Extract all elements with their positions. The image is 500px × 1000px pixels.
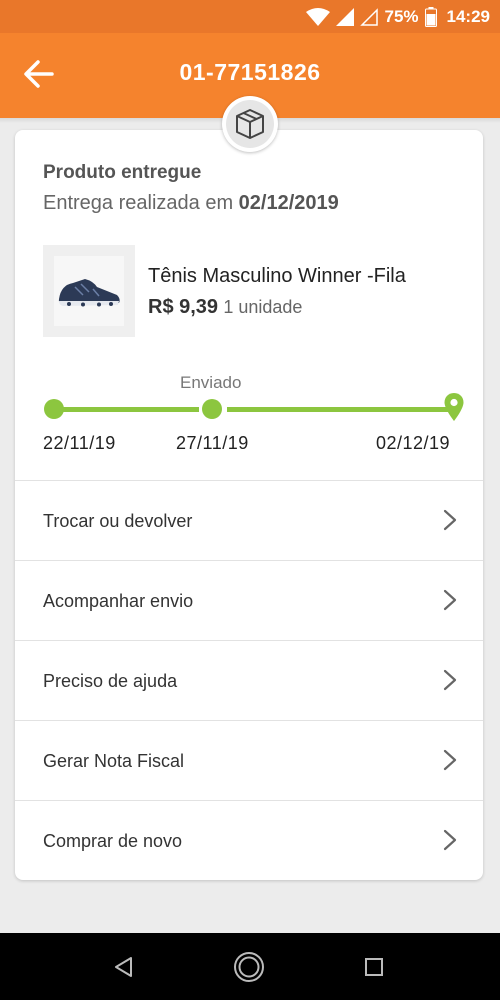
status-time: 14:29 (446, 7, 490, 26)
chevron-right-icon (443, 589, 457, 611)
menu-item-preciso-de-ajuda[interactable]: Preciso de ajuda (15, 640, 483, 720)
package-badge-inner (226, 100, 274, 148)
nav-home-button[interactable] (233, 951, 265, 983)
battery-icon (424, 7, 437, 27)
tracking-status-label: Enviado (180, 373, 242, 392)
chevron-right-icon (443, 749, 457, 771)
package-badge (222, 96, 278, 152)
circle-home-icon (234, 952, 264, 982)
order-actions-menu: Trocar ou devolver Acompanhar envio Prec… (15, 480, 483, 880)
square-recents-icon (365, 958, 383, 976)
signal-icon (336, 8, 355, 26)
menu-item-label: Trocar ou devolver (43, 511, 193, 531)
tracking-step-2-dot (202, 399, 222, 419)
nav-recents-button[interactable] (358, 951, 390, 983)
menu-item-label: Preciso de ajuda (43, 671, 178, 691)
product-image[interactable] (43, 245, 135, 337)
menu-item-label: Gerar Nota Fiscal (43, 751, 185, 771)
sneaker-image (58, 279, 120, 307)
tracking-progress (43, 393, 464, 426)
product-price: R$ 9,39 (148, 296, 219, 318)
product-price-line: R$ 9,39 1 unidade (148, 296, 302, 319)
tracking-date-start: 22/11/19 (43, 433, 116, 453)
delivery-date-prefix: Entrega realizada em (43, 192, 234, 214)
delivery-date-line: Entrega realizada em 02/12/2019 (43, 192, 339, 215)
location-pin-icon (444, 393, 464, 421)
menu-item-comprar-de-novo[interactable]: Comprar de novo (15, 800, 483, 880)
status-icons: 75% 14:29 (306, 6, 490, 28)
triangle-back-icon (115, 957, 132, 977)
nav-back-button[interactable] (108, 951, 140, 983)
menu-item-gerar-nota-fiscal[interactable]: Gerar Nota Fiscal (15, 720, 483, 800)
product-quantity: 1 unidade (223, 297, 303, 317)
delivery-date: 02/12/2019 (238, 192, 339, 214)
menu-item-trocar-ou-devolver[interactable]: Trocar ou devolver (15, 480, 483, 560)
system-navigation-bar (0, 933, 500, 1000)
tracking-date-end: 02/12/19 (376, 433, 451, 453)
order-card: Produto entregue Entrega realizada em 02… (15, 130, 483, 880)
product-image-inner (54, 256, 124, 326)
wifi-icon (306, 8, 331, 26)
tracking-step-1-dot (44, 399, 64, 419)
product-name: Tênis Masculino Winner -Fila (148, 265, 406, 287)
tracking-segment-1 (61, 407, 199, 412)
tracking-date-middle: 27/11/19 (176, 433, 249, 453)
delivery-status-title: Produto entregue (43, 162, 202, 183)
chevron-right-icon (443, 829, 457, 851)
status-bar: 75% 14:29 (0, 0, 500, 33)
menu-item-label: Acompanhar envio (43, 591, 194, 611)
tracking-segment-2 (227, 407, 449, 412)
signal-empty-icon (360, 8, 379, 26)
battery-percentage: 75% (384, 7, 419, 26)
chevron-right-icon (443, 669, 457, 691)
menu-item-acompanhar-envio[interactable]: Acompanhar envio (15, 560, 483, 640)
package-box-icon (236, 109, 264, 139)
order-number-title: 01-77151826 (179, 59, 321, 85)
chevron-right-icon (443, 509, 457, 531)
menu-item-label: Comprar de novo (43, 831, 183, 851)
